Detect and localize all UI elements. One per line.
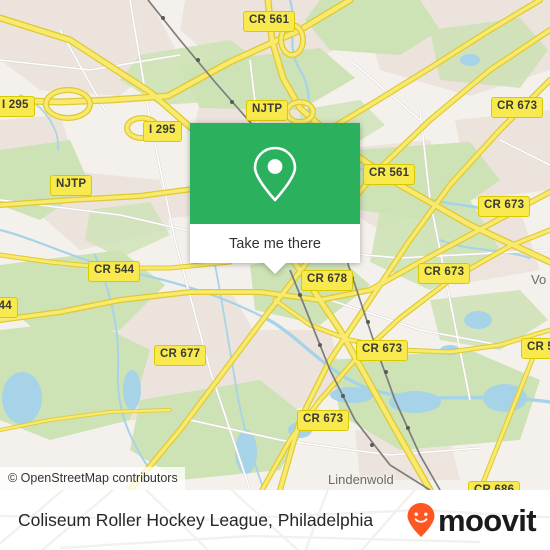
road-shield: CR 673 [491, 97, 544, 118]
location-popup-card[interactable]: Take me there [190, 123, 360, 274]
road-shield: NJTP [246, 100, 289, 121]
road-shield: CR 673 [478, 196, 531, 217]
road-shield: CR 673 [418, 263, 471, 284]
map-canvas[interactable]: CR 561 I 295 CR 673 NJTP I 295 NJTP CR 561 CR 6… [0, 0, 550, 490]
road-shield: 544 [0, 297, 18, 318]
popup-image-panel [190, 123, 360, 224]
place-label: Lindenwold [328, 472, 394, 487]
road-shield: CR 56 [521, 338, 550, 359]
map-attribution[interactable]: © OpenStreetMap contributors [0, 467, 185, 490]
road-shield: CR 561 [243, 11, 296, 32]
take-me-there-button[interactable]: Take me there [190, 224, 360, 263]
road-shield: CR 544 [88, 261, 141, 282]
moovit-location-card: CR 561 I 295 CR 673 NJTP I 295 NJTP CR 561 CR 6… [0, 0, 550, 550]
footer-bar: Coliseum Roller Hockey League, Philadelp… [0, 490, 550, 550]
moovit-smiling-pin-icon [407, 503, 435, 537]
road-shield: CR 686 [468, 481, 521, 490]
road-shield: CR 673 [297, 410, 350, 431]
road-shield: NJTP [50, 175, 93, 196]
moovit-brand-logo[interactable]: moovit [406, 502, 537, 538]
popup-pointer-tail [264, 263, 286, 274]
page-title: Coliseum Roller Hockey League, Philadelp… [18, 509, 374, 530]
road-shield: CR 561 [363, 164, 416, 185]
road-shield: I 295 [143, 121, 182, 142]
road-shield: CR 678 [301, 270, 354, 291]
road-shield: CR 673 [356, 340, 409, 361]
map-pin-icon [253, 146, 297, 201]
place-label: Vo [531, 272, 547, 287]
road-shield: I 295 [0, 96, 35, 117]
moovit-wordmark: moovit [437, 502, 537, 538]
road-shield: CR 677 [154, 345, 207, 366]
